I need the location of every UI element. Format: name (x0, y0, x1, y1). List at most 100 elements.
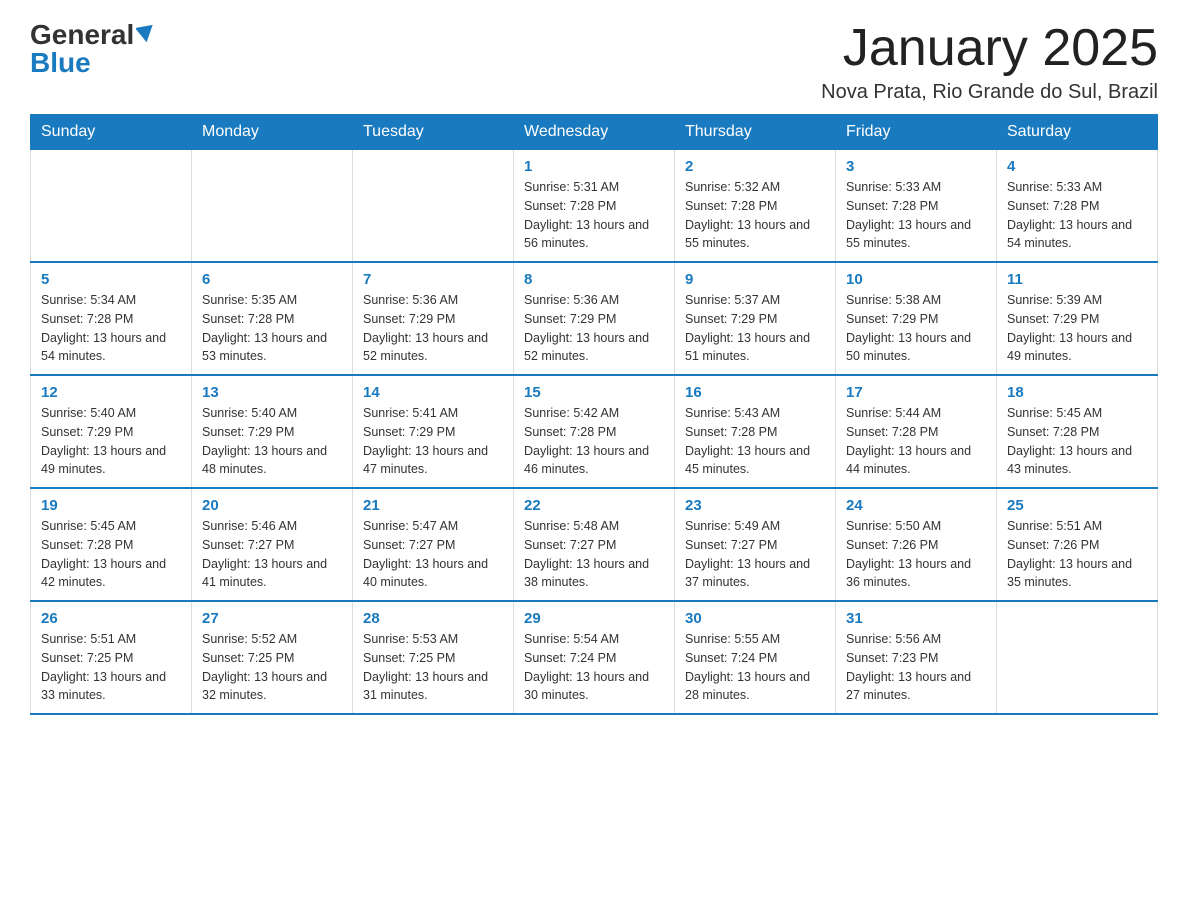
calendar-cell: 31 Sunrise: 5:56 AMSunset: 7:23 PMDayligh… (836, 601, 997, 714)
calendar-cell: 26 Sunrise: 5:51 AMSunset: 7:25 PMDayligh… (31, 601, 192, 714)
day-info: Sunrise: 5:56 AMSunset: 7:23 PMDaylight:… (846, 630, 986, 705)
day-info: Sunrise: 5:49 AMSunset: 7:27 PMDaylight:… (685, 517, 825, 592)
day-info: Sunrise: 5:47 AMSunset: 7:27 PMDaylight:… (363, 517, 503, 592)
day-info: Sunrise: 5:55 AMSunset: 7:24 PMDaylight:… (685, 630, 825, 705)
header-cell-sunday: Sunday (31, 115, 192, 150)
calendar-cell (997, 601, 1158, 714)
page-header: General Blue January 2025 Nova Prata, Ri… (30, 20, 1158, 104)
day-info: Sunrise: 5:41 AMSunset: 7:29 PMDaylight:… (363, 404, 503, 479)
day-info: Sunrise: 5:33 AMSunset: 7:28 PMDaylight:… (1007, 178, 1147, 253)
day-number: 1 (524, 158, 664, 175)
calendar-cell: 8Sunrise: 5:36 AMSunset: 7:29 PMDaylight… (514, 262, 675, 375)
calendar-cell: 9Sunrise: 5:37 AMSunset: 7:29 PMDaylight… (675, 262, 836, 375)
calendar-cell: 3 Sunrise: 5:33 AMSunset: 7:28 PMDaylight… (836, 150, 997, 263)
day-number: 27 (202, 610, 342, 627)
day-number: 24 (846, 497, 986, 514)
calendar-week-3: 19 Sunrise: 5:45 AMSunset: 7:28 PMDayligh… (31, 488, 1158, 601)
day-info: Sunrise: 5:44 AMSunset: 7:28 PMDaylight:… (846, 404, 986, 479)
logo-blue-text: Blue (30, 49, 91, 77)
day-number: 11 (1007, 271, 1147, 288)
day-number: 5 (41, 271, 181, 288)
day-number: 16 (685, 384, 825, 401)
calendar-week-4: 26 Sunrise: 5:51 AMSunset: 7:25 PMDayligh… (31, 601, 1158, 714)
calendar-cell (353, 150, 514, 263)
day-number: 7 (363, 271, 503, 288)
day-info: Sunrise: 5:33 AMSunset: 7:28 PMDaylight:… (846, 178, 986, 253)
header-cell-friday: Friday (836, 115, 997, 150)
day-number: 2 (685, 158, 825, 175)
day-info: Sunrise: 5:54 AMSunset: 7:24 PMDaylight:… (524, 630, 664, 705)
calendar-cell: 1 Sunrise: 5:31 AMSunset: 7:28 PMDaylight… (514, 150, 675, 263)
day-info: Sunrise: 5:31 AMSunset: 7:28 PMDaylight:… (524, 178, 664, 253)
calendar-cell: 27 Sunrise: 5:52 AMSunset: 7:25 PMDayligh… (192, 601, 353, 714)
calendar-week-0: 1 Sunrise: 5:31 AMSunset: 7:28 PMDaylight… (31, 150, 1158, 263)
day-info: Sunrise: 5:53 AMSunset: 7:25 PMDaylight:… (363, 630, 503, 705)
logo: General Blue (30, 20, 158, 77)
header-cell-saturday: Saturday (997, 115, 1158, 150)
calendar-cell: 28 Sunrise: 5:53 AMSunset: 7:25 PMDayligh… (353, 601, 514, 714)
day-info: Sunrise: 5:36 AMSunset: 7:29 PMDaylight:… (363, 291, 503, 366)
day-number: 28 (363, 610, 503, 627)
day-number: 14 (363, 384, 503, 401)
header-cell-tuesday: Tuesday (353, 115, 514, 150)
header-cell-thursday: Thursday (675, 115, 836, 150)
calendar-header: SundayMondayTuesdayWednesdayThursdayFrid… (31, 115, 1158, 150)
day-number: 22 (524, 497, 664, 514)
calendar-cell: 15Sunrise: 5:42 AMSunset: 7:28 PMDayligh… (514, 375, 675, 488)
day-info: Sunrise: 5:45 AMSunset: 7:28 PMDaylight:… (41, 517, 181, 592)
calendar-cell: 22Sunrise: 5:48 AMSunset: 7:27 PMDayligh… (514, 488, 675, 601)
calendar-table: SundayMondayTuesdayWednesdayThursdayFrid… (30, 114, 1158, 715)
day-number: 4 (1007, 158, 1147, 175)
calendar-cell: 4 Sunrise: 5:33 AMSunset: 7:28 PMDaylight… (997, 150, 1158, 263)
day-number: 15 (524, 384, 664, 401)
day-number: 20 (202, 497, 342, 514)
day-number: 31 (846, 610, 986, 627)
calendar-cell: 17 Sunrise: 5:44 AMSunset: 7:28 PMDayligh… (836, 375, 997, 488)
header-cell-wednesday: Wednesday (514, 115, 675, 150)
day-info: Sunrise: 5:37 AMSunset: 7:29 PMDaylight:… (685, 291, 825, 366)
day-info: Sunrise: 5:51 AMSunset: 7:25 PMDaylight:… (41, 630, 181, 705)
day-number: 19 (41, 497, 181, 514)
day-number: 10 (846, 271, 986, 288)
day-number: 13 (202, 384, 342, 401)
calendar-cell (31, 150, 192, 263)
day-info: Sunrise: 5:34 AMSunset: 7:28 PMDaylight:… (41, 291, 181, 366)
calendar-cell: 5 Sunrise: 5:34 AMSunset: 7:28 PMDaylight… (31, 262, 192, 375)
calendar-week-2: 12 Sunrise: 5:40 AMSunset: 7:29 PMDayligh… (31, 375, 1158, 488)
day-info: Sunrise: 5:40 AMSunset: 7:29 PMDaylight:… (41, 404, 181, 479)
day-info: Sunrise: 5:40 AMSunset: 7:29 PMDaylight:… (202, 404, 342, 479)
day-info: Sunrise: 5:45 AMSunset: 7:28 PMDaylight:… (1007, 404, 1147, 479)
calendar-cell: 14 Sunrise: 5:41 AMSunset: 7:29 PMDayligh… (353, 375, 514, 488)
header-row: SundayMondayTuesdayWednesdayThursdayFrid… (31, 115, 1158, 150)
day-info: Sunrise: 5:39 AMSunset: 7:29 PMDaylight:… (1007, 291, 1147, 366)
day-info: Sunrise: 5:50 AMSunset: 7:26 PMDaylight:… (846, 517, 986, 592)
day-info: Sunrise: 5:36 AMSunset: 7:29 PMDaylight:… (524, 291, 664, 366)
calendar-cell: 16Sunrise: 5:43 AMSunset: 7:28 PMDayligh… (675, 375, 836, 488)
logo-general-text: General (30, 21, 134, 49)
day-number: 26 (41, 610, 181, 627)
day-info: Sunrise: 5:52 AMSunset: 7:25 PMDaylight:… (202, 630, 342, 705)
day-number: 23 (685, 497, 825, 514)
calendar-cell: 2 Sunrise: 5:32 AMSunset: 7:28 PMDaylight… (675, 150, 836, 263)
calendar-cell: 21 Sunrise: 5:47 AMSunset: 7:27 PMDayligh… (353, 488, 514, 601)
day-number: 25 (1007, 497, 1147, 514)
day-number: 21 (363, 497, 503, 514)
day-info: Sunrise: 5:32 AMSunset: 7:28 PMDaylight:… (685, 178, 825, 253)
calendar-cell: 20 Sunrise: 5:46 AMSunset: 7:27 PMDayligh… (192, 488, 353, 601)
calendar-cell: 19 Sunrise: 5:45 AMSunset: 7:28 PMDayligh… (31, 488, 192, 601)
day-number: 29 (524, 610, 664, 627)
month-title: January 2025 (821, 20, 1158, 77)
day-number: 12 (41, 384, 181, 401)
calendar-cell: 13 Sunrise: 5:40 AMSunset: 7:29 PMDayligh… (192, 375, 353, 488)
day-number: 17 (846, 384, 986, 401)
logo-triangle-icon (136, 22, 158, 44)
calendar-cell: 12 Sunrise: 5:40 AMSunset: 7:29 PMDayligh… (31, 375, 192, 488)
calendar-body: 1 Sunrise: 5:31 AMSunset: 7:28 PMDaylight… (31, 150, 1158, 715)
calendar-cell: 25Sunrise: 5:51 AMSunset: 7:26 PMDayligh… (997, 488, 1158, 601)
day-number: 18 (1007, 384, 1147, 401)
calendar-cell: 10Sunrise: 5:38 AMSunset: 7:29 PMDayligh… (836, 262, 997, 375)
day-number: 3 (846, 158, 986, 175)
location-text: Nova Prata, Rio Grande do Sul, Brazil (821, 81, 1158, 104)
calendar-cell: 6Sunrise: 5:35 AMSunset: 7:28 PMDaylight… (192, 262, 353, 375)
day-info: Sunrise: 5:46 AMSunset: 7:27 PMDaylight:… (202, 517, 342, 592)
